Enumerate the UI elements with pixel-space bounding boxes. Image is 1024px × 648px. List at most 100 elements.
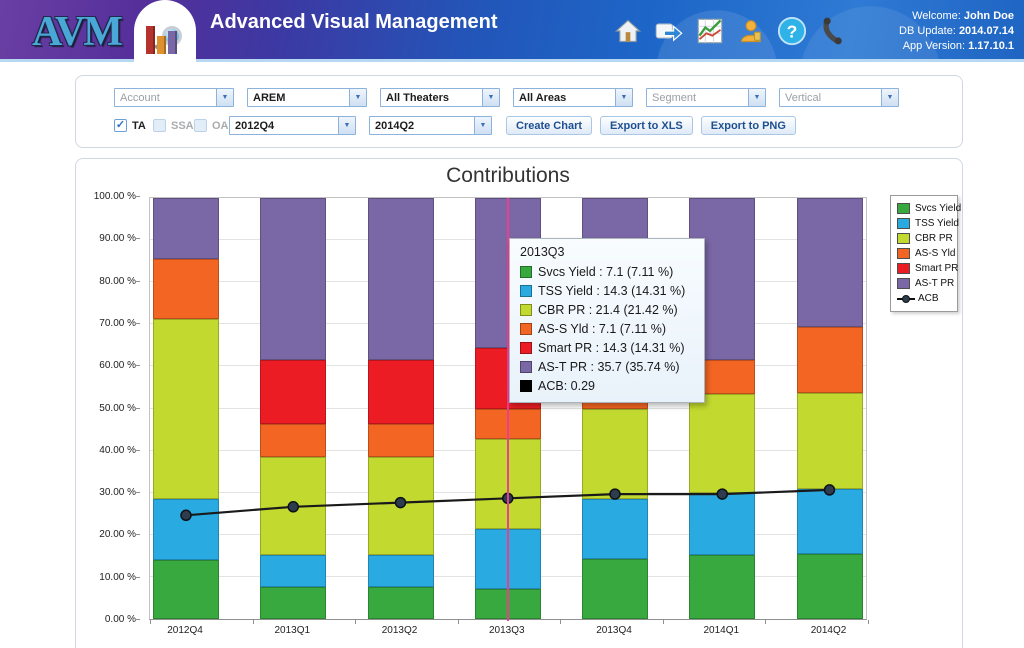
y-tick-mark: [135, 492, 140, 493]
filter-dropdown-2014q2[interactable]: 2014Q2 ▼: [369, 116, 492, 135]
x-tick-label: 2013Q3: [489, 625, 525, 636]
filter-panel: Account▼AREM▼All Theaters▼All Areas▼Segm…: [75, 75, 963, 148]
chevron-down-icon: ▼: [881, 89, 898, 106]
plot-area[interactable]: [149, 197, 867, 620]
filter-dropdown-all-areas[interactable]: All Areas▼: [513, 88, 633, 107]
phone-icon[interactable]: [817, 15, 849, 47]
help-icon[interactable]: ?: [776, 15, 808, 47]
y-axis-labels: 0.00 %10.00 %20.00 %30.00 %40.00 %50.00 …: [76, 197, 140, 620]
legend-label: AS-T PR: [915, 278, 954, 289]
y-tick-label: 30.00 %: [99, 487, 136, 499]
acb-marker[interactable]: [717, 489, 727, 499]
legend-swatch: [897, 233, 910, 244]
export-to-png-button[interactable]: Export to PNG: [701, 116, 796, 135]
y-tick-mark: [135, 408, 140, 409]
header-nav: ?: [612, 15, 849, 47]
y-tick-mark: [135, 450, 140, 451]
logo-bar-red: [146, 26, 155, 54]
export-icon[interactable]: [653, 15, 685, 47]
chart-icon[interactable]: [694, 15, 726, 47]
acb-marker[interactable]: [288, 502, 298, 512]
legend-label: Smart PR: [915, 263, 958, 274]
legend-item-as-t-pr[interactable]: AS-T PR: [897, 276, 951, 291]
checkbox-label: OA: [212, 120, 229, 132]
chevron-down-icon: ▼: [482, 89, 499, 106]
checkbox-oa[interactable]: OA: [194, 119, 229, 132]
checkbox-box[interactable]: [194, 119, 207, 132]
legend-item-smart-pr[interactable]: Smart PR: [897, 261, 951, 276]
user-name: John Doe: [964, 10, 1014, 22]
filter-dropdown-vertical[interactable]: Vertical▼: [779, 88, 899, 107]
tooltip-swatch: [520, 323, 532, 335]
y-tick-mark: [135, 619, 140, 620]
chevron-down-icon: ▼: [748, 89, 765, 106]
legend-item-as-s-yld[interactable]: AS-S Yld: [897, 246, 951, 261]
y-tick-label: 90.00 %: [99, 233, 136, 245]
tooltip-row: TSS Yield : 14.3 (14.31 %): [520, 281, 694, 300]
dropdown-value: 2014Q2: [370, 120, 419, 132]
y-tick-mark: [135, 281, 140, 282]
create-chart-button[interactable]: Create Chart: [506, 116, 592, 135]
checkbox-ta[interactable]: ✓TA: [114, 119, 153, 132]
app-header: AVM Advanced Visual Management: [0, 0, 1024, 62]
user-icon[interactable]: [735, 15, 767, 47]
acb-marker[interactable]: [825, 485, 835, 495]
chevron-down-icon: ▼: [216, 89, 233, 106]
tooltip-title: 2013Q3: [520, 245, 694, 259]
db-update-line: DB Update: 2014.07.14: [899, 24, 1014, 39]
acb-marker[interactable]: [181, 510, 191, 520]
checkbox-ssa[interactable]: SSA: [153, 119, 194, 132]
y-tick-label: 70.00 %: [99, 318, 136, 330]
y-tick-mark: [135, 577, 140, 578]
dropdown-value: AREM: [248, 92, 290, 104]
y-tick-mark: [135, 238, 140, 239]
legend-item-tss-yield[interactable]: TSS Yield: [897, 216, 951, 231]
dropdown-value: 2012Q4: [230, 120, 279, 132]
avm-logo: AVM: [32, 8, 121, 56]
legend-label: TSS Yield: [915, 218, 959, 229]
filter-dropdown-arem[interactable]: AREM▼: [247, 88, 367, 107]
export-to-xls-button[interactable]: Export to XLS: [600, 116, 693, 135]
tooltip-swatch: [520, 361, 532, 373]
y-tick-mark: [135, 323, 140, 324]
acb-marker[interactable]: [610, 489, 620, 499]
y-tick-label: 60.00 %: [99, 360, 136, 372]
logo-bar-purple: [168, 31, 177, 54]
checkbox-box[interactable]: [153, 119, 166, 132]
y-tick-label: 50.00 %: [99, 403, 136, 415]
filter-dropdown-account[interactable]: Account ▼: [114, 88, 234, 107]
db-update-value: 2014.07.14: [959, 25, 1014, 37]
x-tick-label: 2013Q1: [274, 625, 310, 636]
legend-item-cbr-pr[interactable]: CBR PR: [897, 231, 951, 246]
filter-row-1: Account▼AREM▼All Theaters▼All Areas▼Segm…: [114, 88, 899, 107]
chart-panel: Contributions 0.00 %10.00 %20.00 %30.00 …: [75, 158, 963, 648]
tooltip-swatch: [520, 380, 532, 392]
legend-swatch: [897, 203, 910, 214]
filter-dropdown-all-theaters[interactable]: All Theaters▼: [380, 88, 500, 107]
tooltip-rows: Svcs Yield : 7.1 (7.11 %)TSS Yield : 14.…: [520, 262, 694, 395]
tooltip-text: TSS Yield : 14.3 (14.31 %): [538, 284, 685, 298]
tooltip-row: AS-S Yld : 7.1 (7.11 %): [520, 319, 694, 338]
legend-label: AS-S Yld: [915, 248, 955, 259]
checkbox-box[interactable]: ✓: [114, 119, 127, 132]
y-tick-label: 40.00 %: [99, 445, 136, 457]
legend-item-acb[interactable]: ACB: [897, 291, 951, 306]
tooltip-text: AS-S Yld : 7.1 (7.11 %): [538, 322, 666, 336]
dropdown-value: All Areas: [514, 92, 571, 104]
legend-swatch: [897, 248, 910, 259]
y-tick-label: 0.00 %: [105, 614, 136, 626]
x-tick-label: 2013Q4: [596, 625, 632, 636]
app-version-line: App Version: 1.17.10.1: [899, 39, 1014, 54]
chart-title: Contributions: [149, 164, 867, 188]
dropdown-value: Account: [115, 92, 165, 104]
chevron-down-icon: ▼: [474, 117, 491, 134]
home-icon[interactable]: [612, 15, 644, 47]
filter-dropdown-2012q4[interactable]: 2012Q4▼: [229, 116, 356, 135]
legend-swatch: [897, 218, 910, 229]
y-tick-mark: [135, 534, 140, 535]
acb-marker[interactable]: [396, 498, 406, 508]
legend-item-svcs-yield[interactable]: Svcs Yield: [897, 201, 951, 216]
tooltip-swatch: [520, 342, 532, 354]
dropdown-value: Segment: [647, 92, 701, 104]
filter-dropdown-segment[interactable]: Segment ▼: [646, 88, 766, 107]
